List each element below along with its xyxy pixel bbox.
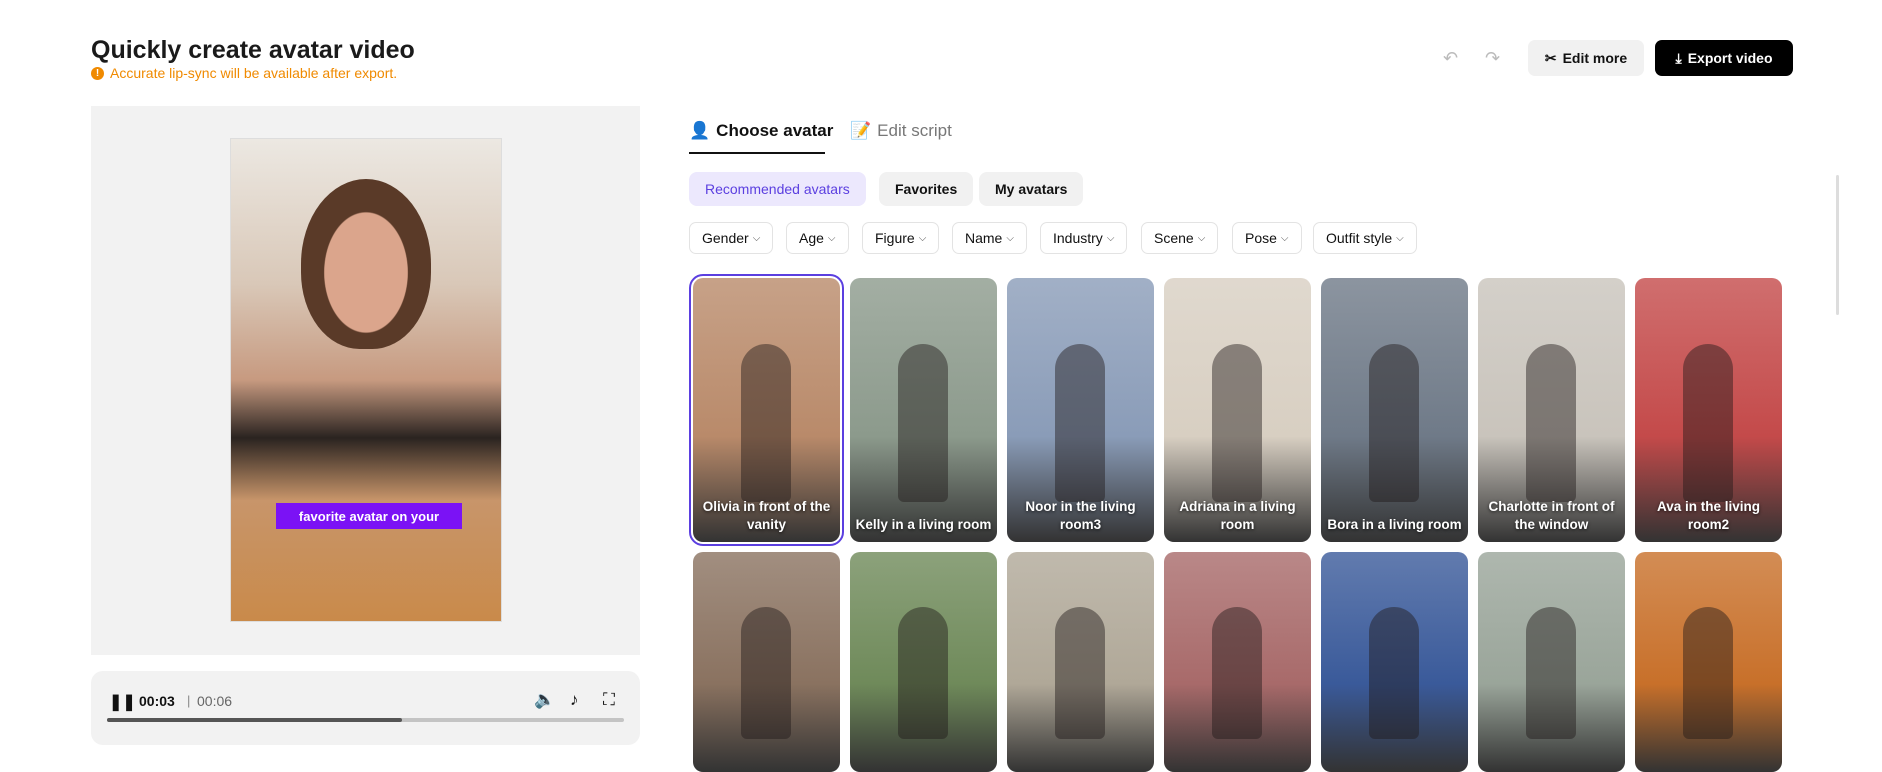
avatar-person xyxy=(741,344,791,503)
tab-choose-avatar[interactable]: 👤 Choose avatar xyxy=(689,121,833,141)
avatar-card[interactable] xyxy=(1478,552,1625,772)
filter-figure[interactable]: Figure ⌵ xyxy=(862,222,940,254)
redo-icon[interactable]: ↷ xyxy=(1485,48,1500,69)
filter-gender[interactable]: Gender ⌵ xyxy=(689,222,774,254)
filter-label: Age xyxy=(799,230,824,246)
avatar-card[interactable]: Charlotte in front of the window xyxy=(1478,278,1625,542)
page-title: Quickly create avatar video xyxy=(91,36,415,64)
avatar-name: Charlotte in front of the window xyxy=(1488,499,1615,532)
avatar-person xyxy=(898,607,948,739)
filter-label: Name xyxy=(965,230,1003,246)
undo-icon[interactable]: ↶ xyxy=(1443,48,1458,69)
filter-label: Pose xyxy=(1245,230,1277,246)
filter-scene[interactable]: Scene ⌵ xyxy=(1141,222,1219,254)
avatar-name: Kelly in a living room xyxy=(855,517,992,532)
avatar-person xyxy=(1212,607,1262,739)
avatar-card[interactable] xyxy=(850,552,997,772)
avatar-name: Noor in the living room3 xyxy=(1025,499,1136,532)
avatar-icon: 👤 xyxy=(689,121,711,140)
avatar-card[interactable] xyxy=(693,552,840,772)
avatar-person xyxy=(1369,344,1419,503)
filter-age[interactable]: Age ⌵ xyxy=(786,222,849,254)
filter-label: Industry xyxy=(1053,230,1103,246)
warning-icon: ! xyxy=(91,66,104,80)
tab-label: Edit script xyxy=(877,121,952,140)
avatar-person xyxy=(741,607,791,739)
avatar-person xyxy=(1526,607,1576,739)
avatar-card[interactable]: Noor in the living room3 xyxy=(1007,278,1154,542)
edit-more-button[interactable]: ✂ Edit more xyxy=(1528,40,1644,76)
avatar-card[interactable] xyxy=(1321,552,1468,772)
player-controls: ❚❚ 00:03 | 00:06 🔈 ♪ ⛶ xyxy=(91,671,640,745)
fullscreen-icon[interactable]: ⛶ xyxy=(603,690,615,710)
progress-fill xyxy=(107,718,402,722)
avatar-name: Olivia in front of the vanity xyxy=(702,499,831,532)
filter-name[interactable]: Name ⌵ xyxy=(952,222,1027,254)
filter-outfit-style[interactable]: Outfit style ⌵ xyxy=(1313,222,1417,254)
filter-pose[interactable]: Pose ⌵ xyxy=(1232,222,1302,254)
avatar-person xyxy=(1055,607,1105,739)
avatar-card[interactable]: Olivia in front of the vanity xyxy=(689,274,844,546)
avatar-name: Ava in the living room2 xyxy=(1656,499,1761,532)
duration: 00:06 xyxy=(197,693,233,709)
filter-industry[interactable]: Industry ⌵ xyxy=(1040,222,1128,254)
time-separator: | xyxy=(187,693,191,708)
subtitle-caption: favorite avatar on your xyxy=(276,503,462,529)
avatar-card[interactable] xyxy=(1007,552,1154,772)
avatar-figure xyxy=(301,179,431,349)
pause-icon[interactable]: ❚❚ xyxy=(109,692,136,712)
chevron-down-icon: ⌵ xyxy=(1106,232,1115,244)
avatar-card[interactable]: Ava in the living room2 xyxy=(1635,278,1782,542)
avatar-person xyxy=(1683,607,1733,739)
scissors-icon: ✂ xyxy=(1544,49,1557,66)
avatar-card[interactable]: Adriana in a living room xyxy=(1164,278,1311,542)
chevron-down-icon: ⌵ xyxy=(918,232,927,244)
chevron-down-icon: ⌵ xyxy=(827,232,836,244)
avatar-person xyxy=(1369,607,1419,739)
chevron-down-icon: ⌵ xyxy=(752,232,761,244)
current-time: 00:03 xyxy=(139,693,175,709)
avatar-person xyxy=(1526,344,1576,503)
avatar-person xyxy=(898,344,948,503)
scrollbar[interactable] xyxy=(1836,175,1839,315)
export-label: Export video xyxy=(1687,50,1773,66)
script-icon: 📝 xyxy=(850,121,872,140)
tab-edit-script[interactable]: 📝 Edit script xyxy=(850,121,952,141)
active-tab-indicator xyxy=(689,152,825,154)
filter-label: Gender xyxy=(702,230,749,246)
avatar-person xyxy=(1683,344,1733,503)
avatar-person xyxy=(1055,344,1105,503)
volume-icon[interactable]: 🔈 xyxy=(534,690,555,710)
lip-sync-warning: ! Accurate lip-sync will be available aft… xyxy=(91,65,397,81)
avatar-card[interactable]: Bora in a living room xyxy=(1321,278,1468,542)
filter-label: Outfit style xyxy=(1326,230,1393,246)
chip-favorites[interactable]: Favorites xyxy=(879,172,974,206)
chevron-down-icon: ⌵ xyxy=(1197,232,1206,244)
avatar-name: Bora in a living room xyxy=(1327,517,1462,532)
chevron-down-icon: ⌵ xyxy=(1006,232,1014,244)
download-icon: ⤓ xyxy=(1675,49,1682,66)
chip-recommended-avatars[interactable]: Recommended avatars xyxy=(689,172,866,206)
preview-video-frame[interactable]: favorite avatar on your xyxy=(230,138,502,622)
export-video-button[interactable]: ⤓ Export video xyxy=(1655,40,1793,76)
avatar-name: Adriana in a living room xyxy=(1179,499,1296,532)
progress-bar[interactable] xyxy=(107,718,624,722)
warning-text: Accurate lip-sync will be available afte… xyxy=(110,65,398,81)
chip-my-avatars[interactable]: My avatars xyxy=(979,172,1084,206)
filter-label: Figure xyxy=(875,230,915,246)
filter-label: Scene xyxy=(1154,230,1194,246)
tab-label: Choose avatar xyxy=(716,121,834,140)
avatar-card[interactable] xyxy=(1164,552,1311,772)
tiktok-icon[interactable]: ♪ xyxy=(570,690,579,710)
avatar-card[interactable]: Kelly in a living room xyxy=(850,278,997,542)
avatar-person xyxy=(1212,344,1262,503)
edit-more-label: Edit more xyxy=(1562,50,1628,66)
chevron-down-icon: ⌵ xyxy=(1396,232,1404,244)
avatar-card[interactable] xyxy=(1635,552,1782,772)
chevron-down-icon: ⌵ xyxy=(1280,232,1289,244)
